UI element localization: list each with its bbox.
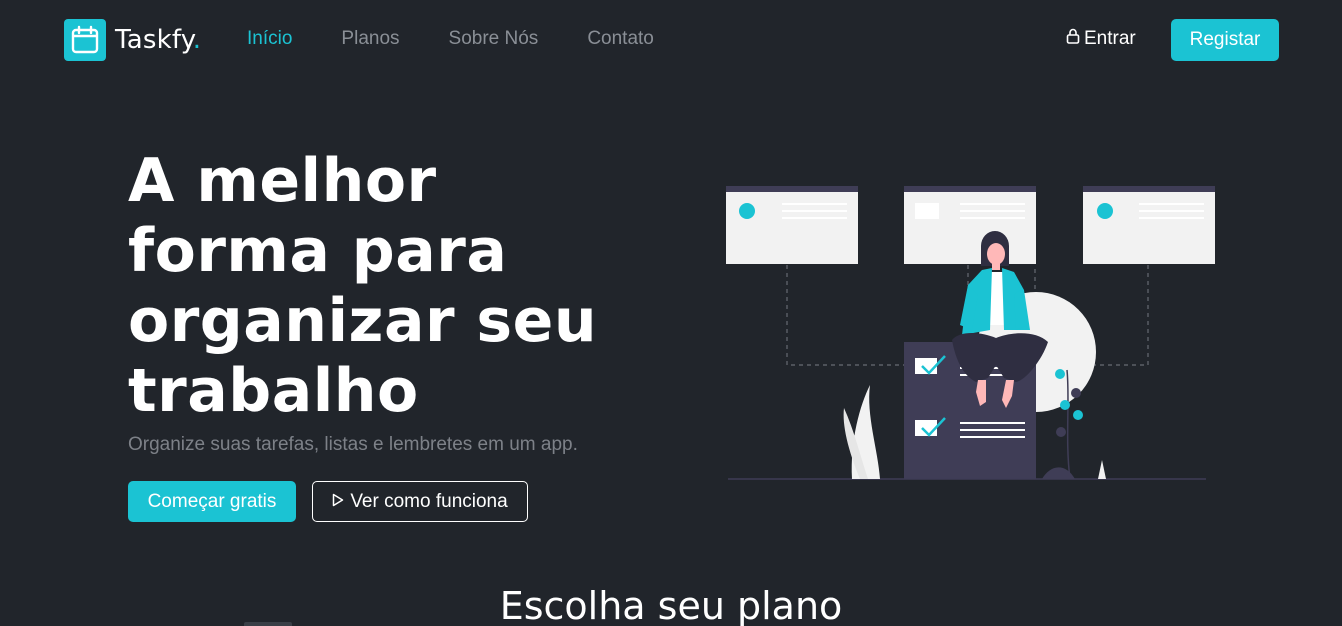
login-label: Entrar	[1084, 28, 1136, 49]
nav-link-contato[interactable]: Contato	[587, 28, 654, 50]
play-icon	[332, 491, 350, 513]
nav-link-inicio[interactable]: Início	[247, 28, 292, 50]
brand-logo[interactable]: Taskfy.	[64, 19, 201, 61]
top-navigation: Taskfy. Início Planos Sobre Nós Contato …	[0, 0, 1342, 82]
calendar-icon	[64, 19, 106, 61]
start-free-button[interactable]: Começar gratis	[128, 481, 296, 522]
brand-name: Taskfy.	[115, 25, 201, 55]
nav-link-planos[interactable]: Planos	[341, 28, 399, 50]
plans-section-title: Escolha seu plano	[499, 584, 843, 626]
plans-card-edge	[244, 622, 292, 626]
how-it-works-button[interactable]: Ver como funciona	[312, 481, 528, 522]
lock-icon	[1066, 28, 1084, 50]
nav-link-sobre-nos[interactable]: Sobre Nós	[449, 28, 539, 50]
hero-subtitle: Organize suas tarefas, listas e lembrete…	[128, 434, 578, 455]
nav-links: Início Planos Sobre Nós Contato	[247, 28, 703, 50]
brand-name-text: Taskfy	[115, 25, 193, 55]
login-link[interactable]: Entrar	[1066, 28, 1136, 50]
brand-dot: .	[192, 25, 202, 55]
register-button[interactable]: Registar	[1171, 19, 1279, 61]
hero-illustration	[720, 180, 1220, 485]
how-it-works-label: Ver como funciona	[350, 490, 508, 512]
hero-title: A melhor forma para organizar seu trabal…	[128, 146, 598, 426]
